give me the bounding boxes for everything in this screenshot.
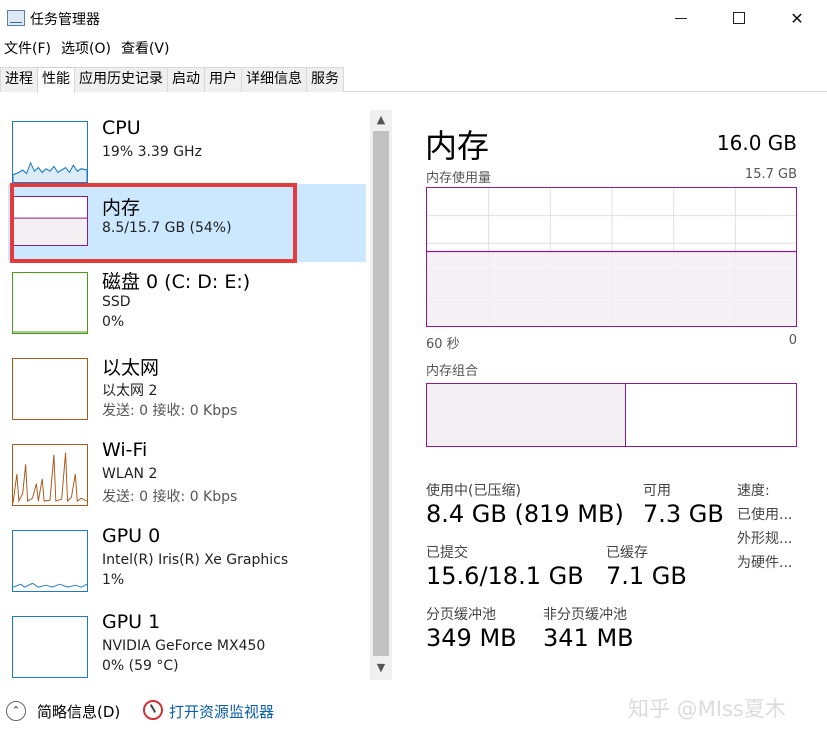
resource-item-wifi[interactable]: Wi-Fi WLAN 2 发送: 0 接收: 0 Kbps <box>8 437 366 515</box>
resource-detail: NVIDIA GeForce MX450 <box>102 638 266 654</box>
maximize-button[interactable] <box>708 0 770 36</box>
resource-name: 以太网 <box>102 357 160 379</box>
hardware-reserved-label: 为硬件... <box>737 555 793 571</box>
resource-monitor-icon[interactable] <box>143 700 163 720</box>
resource-list: CPU 19% 3.39 GHz 内存 8.5/15.7 GB (54%) 磁盘… <box>0 93 393 683</box>
cached-label: 已缓存 <box>606 545 648 561</box>
resource-item-gpu0[interactable]: GPU 0 Intel(R) Iris(R) Xe Graphics 1% <box>8 523 366 601</box>
resource-detail: 19% 3.39 GHz <box>102 144 202 160</box>
menu-view[interactable]: 查看(V) <box>117 38 176 60</box>
menu-file[interactable]: 文件(F) <box>0 38 57 60</box>
scroll-down-icon[interactable]: ▼ <box>373 660 389 676</box>
resource-detail: 8.5/15.7 GB (54%) <box>102 220 232 236</box>
tab-processes[interactable]: 进程 <box>0 67 38 92</box>
cpu-thumbnail <box>12 121 88 183</box>
available-value: 7.3 GB <box>643 500 724 528</box>
resource-name: GPU 1 <box>102 611 161 633</box>
minimize-icon <box>675 17 687 19</box>
committed-value: 15.6/18.1 GB <box>426 562 584 590</box>
usage-graph-max: 15.7 GB <box>744 167 797 182</box>
disk-thumbnail <box>12 272 88 334</box>
resource-item-memory[interactable]: 内存 8.5/15.7 GB (54%) <box>8 184 366 262</box>
paged-pool-value: 349 MB <box>426 624 517 652</box>
composition-label: 内存组合 <box>426 364 479 379</box>
scroll-up-icon[interactable]: ▲ <box>373 112 389 128</box>
footer: ⌃ 简略信息(D) 打开资源监视器 知乎 @MIss夏木 <box>0 690 827 741</box>
available-label: 可用 <box>643 483 671 499</box>
collapse-chevron-icon[interactable]: ⌃ <box>6 701 26 721</box>
detail-title: 内存 <box>425 127 490 165</box>
nonpaged-pool-label: 非分页缓冲池 <box>543 607 627 623</box>
resource-name: GPU 0 <box>102 525 161 547</box>
ethernet-thumbnail <box>12 358 88 420</box>
resource-detail: Intel(R) Iris(R) Xe Graphics <box>102 552 289 568</box>
task-manager-icon <box>7 10 25 26</box>
scrollbar-thumb[interactable] <box>373 131 389 656</box>
speed-label: 速度: <box>737 483 770 499</box>
watermark: 知乎 @MIss夏木 <box>628 697 786 721</box>
tab-startup[interactable]: 启动 <box>167 67 205 92</box>
graph-time-left: 60 秒 <box>426 337 460 352</box>
paged-pool-label: 分页缓冲池 <box>426 607 496 623</box>
resource-detail-secondary: 0% <box>102 314 125 330</box>
resource-detail: SSD <box>102 294 131 310</box>
slots-used-label: 已使用... <box>737 507 793 523</box>
resource-detail-secondary: 发送: 0 接收: 0 Kbps <box>102 489 238 505</box>
resource-name: Wi-Fi <box>102 439 148 461</box>
resource-name: 内存 <box>102 197 141 219</box>
resource-item-gpu1[interactable]: GPU 1 NVIDIA GeForce MX450 0% (59 °C) <box>8 609 366 687</box>
in-use-value: 8.4 GB (819 MB) <box>426 500 624 528</box>
cached-value: 7.1 GB <box>606 562 687 590</box>
tab-bar: 进程 性能 应用历史记录 启动 用户 详细信息 服务 <box>0 67 827 93</box>
tab-users[interactable]: 用户 <box>204 67 242 92</box>
minimize-button[interactable] <box>650 0 712 36</box>
in-use-label: 使用中(已压缩) <box>426 483 521 499</box>
tab-app-history[interactable]: 应用历史记录 <box>74 67 168 92</box>
menu-bar: 文件(F) 选项(O) 查看(V) <box>0 38 175 60</box>
window-title: 任务管理器 <box>30 12 100 28</box>
fewer-details-button[interactable]: 简略信息(D) <box>37 701 120 722</box>
resource-detail-secondary: 1% <box>102 572 125 588</box>
resource-name: 磁盘 0 (C: D: E:) <box>102 271 251 293</box>
wifi-thumbnail <box>12 444 88 506</box>
total-memory: 16.0 GB <box>716 131 797 155</box>
open-resource-monitor-link[interactable]: 打开资源监视器 <box>169 701 274 722</box>
resource-detail: 以太网 2 <box>102 383 158 399</box>
memory-detail-panel: 内存 16.0 GB 内存使用量 15.7 GB 60 秒 0 内存组合 使用中… <box>393 93 827 683</box>
resource-item-cpu[interactable]: CPU 19% 3.39 GHz <box>8 113 366 191</box>
resource-name: CPU <box>102 117 141 139</box>
usage-graph-label: 内存使用量 <box>426 171 492 186</box>
menu-options[interactable]: 选项(O) <box>57 38 117 60</box>
memory-usage-area <box>427 251 796 326</box>
committed-label: 已提交 <box>426 545 468 561</box>
resource-detail-secondary: 0% (59 °C) <box>102 658 179 674</box>
maximize-icon <box>733 12 745 24</box>
tab-services[interactable]: 服务 <box>306 67 344 92</box>
resource-item-disk[interactable]: 磁盘 0 (C: D: E:) SSD 0% <box>8 265 366 343</box>
gpu0-thumbnail <box>12 530 88 592</box>
close-icon: ✕ <box>790 8 804 28</box>
memory-usage-graph <box>426 187 797 327</box>
memory-thumbnail <box>12 196 88 246</box>
resource-detail-secondary: 发送: 0 接收: 0 Kbps <box>102 403 238 419</box>
title-bar: 任务管理器 ✕ <box>0 0 827 36</box>
gpu1-thumbnail <box>12 616 88 678</box>
nonpaged-pool-value: 341 MB <box>543 624 634 652</box>
tab-performance[interactable]: 性能 <box>37 67 75 93</box>
resource-detail: WLAN 2 <box>102 466 158 482</box>
graph-time-right: 0 <box>788 333 797 348</box>
close-button[interactable]: ✕ <box>766 0 827 36</box>
composition-in-use-segment <box>427 384 627 446</box>
resource-item-ethernet[interactable]: 以太网 以太网 2 发送: 0 接收: 0 Kbps <box>8 351 366 429</box>
memory-composition-bar <box>426 383 797 447</box>
form-factor-label: 外形规... <box>737 531 793 547</box>
tab-details[interactable]: 详细信息 <box>241 67 307 92</box>
